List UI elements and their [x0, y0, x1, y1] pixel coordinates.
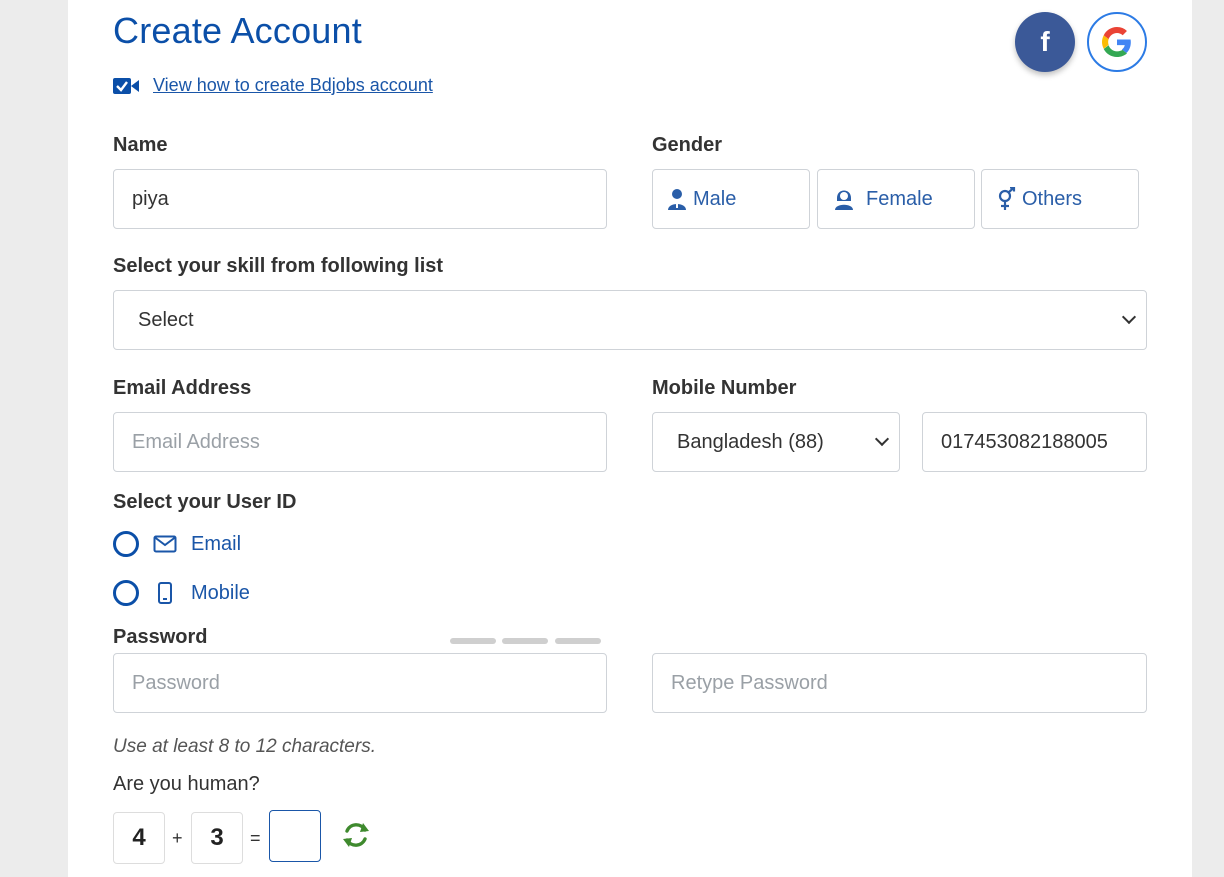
retype-password-input[interactable]: Retype Password	[652, 653, 1147, 713]
howto-row: View how to create Bdjobs account	[113, 75, 433, 96]
gender-female-label: Female	[866, 187, 933, 210]
phone-icon	[158, 582, 172, 604]
name-input-value: piya	[132, 187, 169, 210]
google-icon	[1102, 27, 1131, 57]
gender-male-label: Male	[693, 187, 737, 210]
password-strength-bar-2	[502, 638, 548, 644]
facebook-icon: f	[1040, 26, 1050, 57]
captcha-operand-a: 4	[113, 812, 165, 864]
user-id-mobile-label: Mobile	[191, 581, 250, 604]
user-id-mobile-radio[interactable]	[113, 580, 139, 606]
captcha-equals: =	[250, 828, 261, 848]
password-placeholder: Password	[132, 671, 220, 694]
country-code-select[interactable]: Bangladesh (88)	[652, 412, 900, 472]
page-title: Create Account	[113, 10, 362, 51]
mobile-number-value: 01745308218800​5	[941, 430, 1108, 453]
chevron-down-icon	[874, 431, 890, 447]
facebook-login-button[interactable]: f	[1015, 12, 1075, 72]
captcha-question: Are you human?	[113, 773, 260, 795]
chevron-down-icon	[1121, 309, 1137, 325]
user-id-email-label: Email	[191, 532, 242, 555]
google-login-button[interactable]	[1087, 12, 1147, 72]
refresh-icon	[343, 823, 369, 847]
retype-password-placeholder: Retype Password	[671, 671, 828, 694]
captcha-operator: +	[172, 828, 183, 848]
user-id-label: Select your User ID	[113, 491, 297, 513]
gender-female-button[interactable]: Female	[817, 169, 975, 229]
mobile-label: Mobile Number	[652, 377, 797, 399]
captcha-operand-b: 3	[191, 812, 243, 864]
female-user-icon	[835, 190, 853, 210]
mobile-number-input[interactable]: 01745308218800​5	[922, 412, 1147, 472]
country-code-value: Bangladesh (88)	[677, 430, 824, 453]
email-input[interactable]: Email Address	[113, 412, 607, 472]
gender-others-label: Others	[1022, 187, 1083, 210]
email-placeholder: Email Address	[132, 430, 260, 453]
password-input[interactable]: Password	[113, 653, 607, 713]
user-id-email-option[interactable]: Email	[113, 531, 241, 557]
password-hint: Use at least 8 to 12 characters.	[113, 736, 376, 757]
user-id-mobile-option[interactable]: Mobile	[113, 580, 250, 606]
captcha-refresh-button[interactable]	[341, 820, 371, 855]
password-strength-bar-3	[555, 638, 601, 644]
email-label: Email Address	[113, 377, 252, 399]
captcha-answer-input[interactable]	[269, 810, 321, 862]
user-id-email-radio[interactable]	[113, 531, 139, 557]
password-label: Password	[113, 626, 208, 648]
howto-link[interactable]: View how to create Bdjobs account	[153, 75, 433, 96]
gender-male-button[interactable]: Male	[652, 169, 810, 229]
skill-label: Select your skill from following list	[113, 255, 444, 277]
video-camera-icon	[113, 77, 139, 94]
gender-others-button[interactable]: Others	[981, 169, 1139, 229]
name-input[interactable]: piya	[113, 169, 607, 229]
envelope-icon	[153, 535, 177, 553]
male-user-icon	[668, 189, 686, 210]
name-label: Name	[113, 134, 168, 156]
gender-label: Gender	[652, 134, 723, 156]
create-account-card: Create Account f View how to create Bdjo…	[68, 0, 1192, 877]
gender-symbol-icon	[998, 187, 1016, 210]
password-strength-bar-1	[450, 638, 496, 644]
skill-select[interactable]: Select	[113, 290, 1147, 350]
skill-select-value: Select	[138, 308, 194, 331]
